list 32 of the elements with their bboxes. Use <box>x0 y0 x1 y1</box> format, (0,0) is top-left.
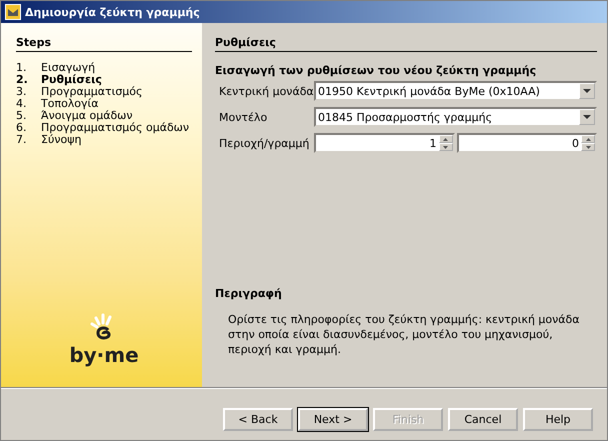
dialog-button[interactable]: < Back <box>223 408 293 430</box>
step-item: 1. Εισαγωγή <box>16 62 96 74</box>
down-arrow-icon <box>443 146 448 148</box>
step-item: 2. Ρυθμίσεις <box>16 74 103 86</box>
description-heading: Περιγραφή <box>215 287 283 300</box>
section-heading: Ρυθμίσεις <box>215 36 597 52</box>
down-arrow-icon <box>586 146 590 148</box>
window-title: Δημιουργία ζεύκτη γραμμής <box>25 6 200 18</box>
step-item: 7. Σύνοψη <box>16 134 82 146</box>
dialog-button[interactable]: Next > <box>298 408 368 430</box>
field-label: Κεντρική μονάδα <box>218 84 314 98</box>
caret-icon <box>583 89 591 93</box>
dialog-button[interactable]: Cancel <box>448 408 518 430</box>
step-item: 4. Τοπολογία <box>16 98 99 110</box>
up-arrow-icon <box>586 138 590 140</box>
caret-icon <box>583 115 591 119</box>
dropdown-field[interactable]: 01845 Προσαρμοστής γραμμής <box>314 107 597 127</box>
field-label: Μοντέλο <box>218 110 268 124</box>
step-item: 6. Προγραμματισμός ομάδων <box>16 122 190 134</box>
spinner-field[interactable]: 1 <box>314 133 454 153</box>
spinner-field[interactable]: 0 <box>456 133 597 153</box>
up-arrow-icon <box>443 138 448 140</box>
field-label: Περιοχή/γραμμή <box>218 136 310 150</box>
steps-heading: Steps <box>16 36 192 52</box>
step-item: 5. Άνοιγμα ομάδων <box>16 110 134 122</box>
description-text: Ορίστε τις πληροφορίες του ζεύκτη γραμμής: κεντρική μονάδα στην οποία είναι διασυνδεμένος, μοντέλο του μηχανισμού, περιοχή και γραμμή. <box>227 312 581 358</box>
step-item: 3. Προγραμματισμός <box>16 86 144 98</box>
dropdown-field[interactable]: 01950 Κεντρική μονάδα ByMe (0x10AA) <box>314 81 597 101</box>
dialog-button[interactable]: Help <box>523 408 593 430</box>
app-icon <box>5 4 21 20</box>
logo-text: by·me <box>69 345 139 365</box>
section-subheading: Εισαγωγή των ρυθμίσεων του νέου ζεύκτη γραμμής <box>215 64 538 77</box>
